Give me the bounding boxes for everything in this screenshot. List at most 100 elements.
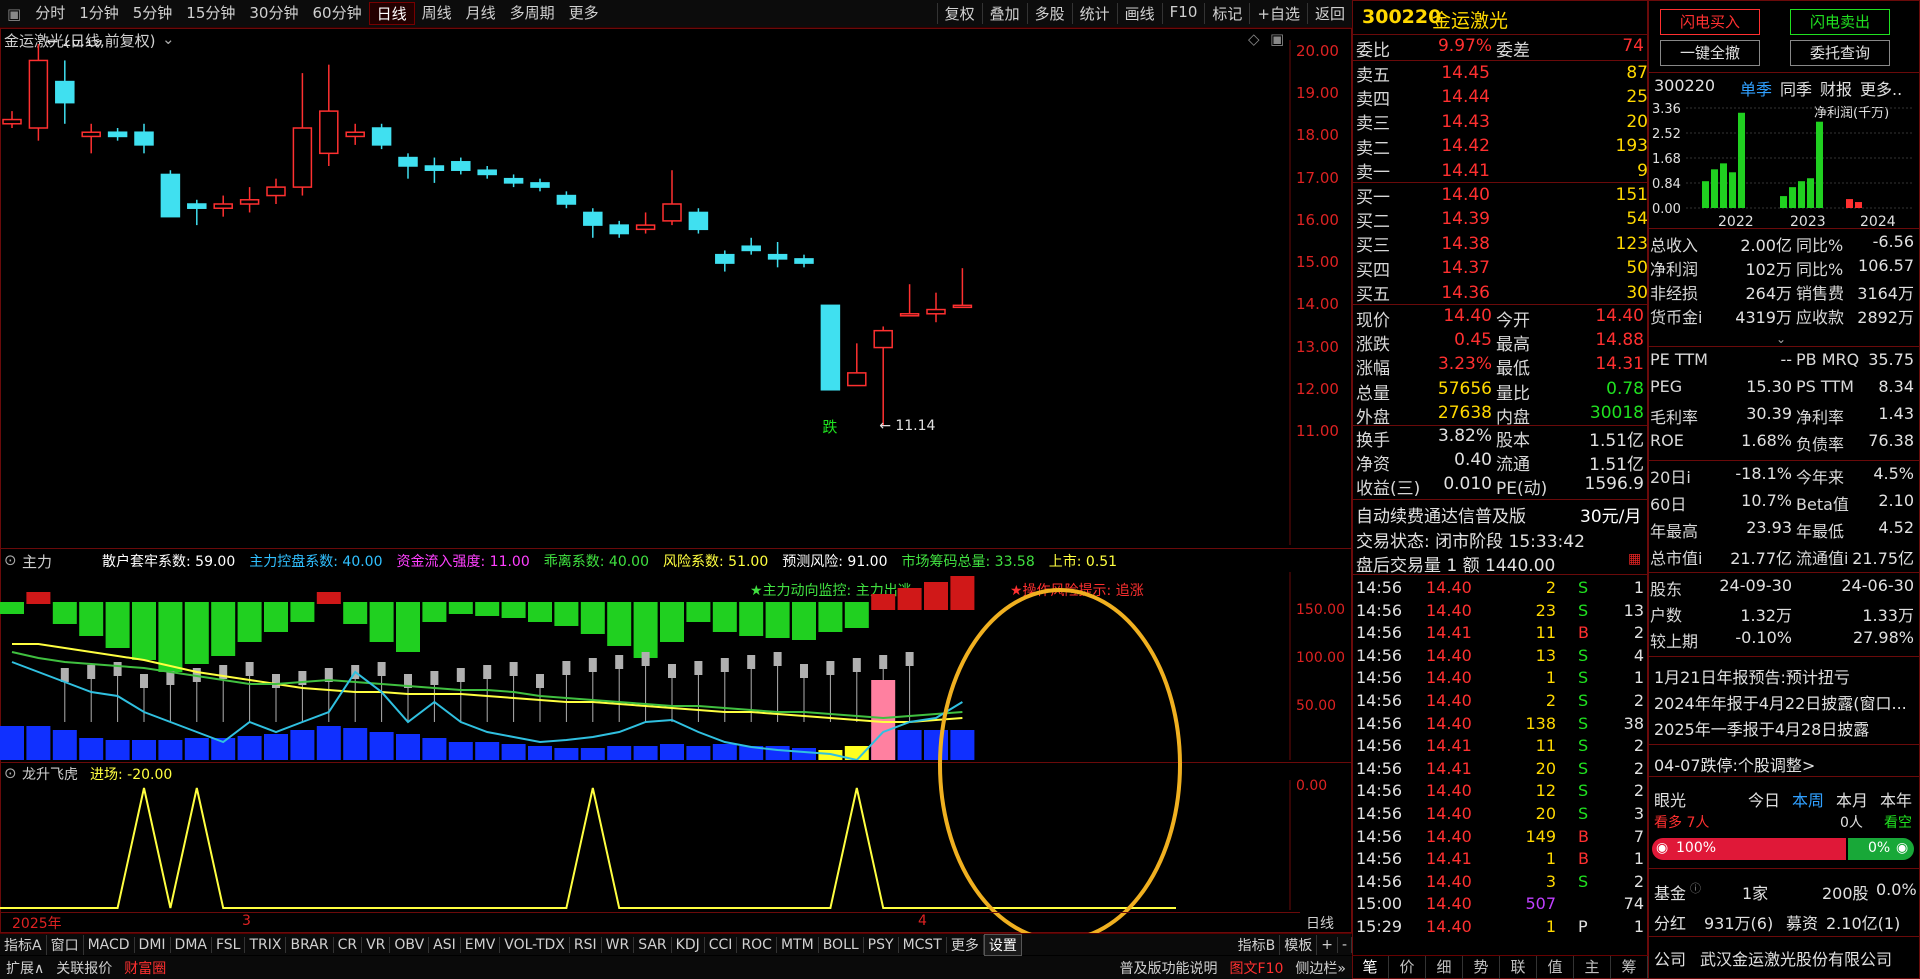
- news-item[interactable]: 1月21日年报预告:预计扭亏: [1654, 664, 1850, 688]
- status-item-1[interactable]: 关联报价: [50, 958, 118, 978]
- period-tab-3[interactable]: 15分钟: [179, 2, 242, 25]
- asks-row[interactable]: 卖三 14.43 20: [1356, 110, 1648, 135]
- rows3-value: -18.1%: [1735, 464, 1792, 483]
- asks-row[interactable]: 卖五 14.45 87: [1356, 61, 1648, 86]
- indicator-tab-1[interactable]: 窗口: [47, 934, 84, 955]
- quote-tab-1[interactable]: 价: [1389, 956, 1426, 979]
- period-tab-1[interactable]: 1分钟: [72, 2, 126, 25]
- indicator-tab-13[interactable]: VOL-TDX: [500, 936, 570, 953]
- expand-chevron-icon[interactable]: ⌄: [1776, 332, 1786, 346]
- indicator-tab-24[interactable]: 更多: [947, 934, 984, 955]
- thumbs-down-icon[interactable]: ◉: [1896, 840, 1908, 856]
- fin-tab-3[interactable]: 更多..: [1860, 76, 1902, 100]
- toolbar-button-5[interactable]: F10: [1161, 3, 1205, 24]
- period-tab-9[interactable]: 多周期: [503, 2, 562, 25]
- period-tab-8[interactable]: 月线: [459, 2, 503, 25]
- info-icon[interactable]: ⓘ: [1690, 880, 1701, 896]
- indicator-tab-25[interactable]: 设置: [983, 933, 1022, 956]
- toolbar-button-1[interactable]: 叠加: [981, 3, 1027, 24]
- indicator-tab-right-0[interactable]: 指标B: [1234, 934, 1281, 955]
- flash-sell-button[interactable]: 闪电卖出: [1790, 9, 1890, 35]
- eye-period-2[interactable]: 本月: [1836, 787, 1868, 811]
- limit-down-note[interactable]: 04-07跌停:个股调整>: [1654, 752, 1815, 776]
- period-tab-10[interactable]: 更多: [562, 2, 606, 25]
- indicator-tab-right-2[interactable]: +: [1317, 936, 1338, 953]
- quote-tab-4[interactable]: 联: [1500, 956, 1537, 979]
- eye-period-0[interactable]: 今日: [1748, 787, 1780, 811]
- indicator-tab-19[interactable]: ROC: [737, 936, 777, 953]
- status-right-0[interactable]: 普及版功能说明: [1114, 958, 1224, 978]
- asks-row[interactable]: 卖一 14.41 9: [1356, 159, 1648, 184]
- status-right-1[interactable]: 图文F10: [1224, 958, 1290, 978]
- bids-row[interactable]: 买三 14.38 123: [1356, 232, 1648, 257]
- indicator-tab-7[interactable]: BRAR: [286, 936, 334, 953]
- status-item-2[interactable]: 财富圈: [118, 958, 172, 978]
- bids-row[interactable]: 买五 14.36 30: [1356, 281, 1648, 306]
- indicator-tab-12[interactable]: EMV: [461, 936, 501, 953]
- bids-row[interactable]: 买四 14.37 50: [1356, 256, 1648, 281]
- news-item[interactable]: 2025年一季报于4月28日披露: [1654, 716, 1869, 740]
- indicator-tab-16[interactable]: SAR: [634, 936, 672, 953]
- quote-tab-0[interactable]: 笔: [1352, 956, 1389, 979]
- quote-tab-6[interactable]: 主: [1574, 956, 1611, 979]
- indicator-tab-14[interactable]: RSI: [570, 936, 602, 953]
- fin-tab-1[interactable]: 同季: [1780, 76, 1812, 100]
- indicator-tab-21[interactable]: BOLL: [819, 936, 864, 953]
- quote-tab-2[interactable]: 细: [1426, 956, 1463, 979]
- order-query-button[interactable]: 委托查询: [1790, 40, 1890, 66]
- period-tab-5[interactable]: 60分钟: [305, 2, 368, 25]
- period-tab-7[interactable]: 周线: [415, 2, 459, 25]
- toolbar-button-8[interactable]: 返回: [1306, 3, 1352, 24]
- period-tab-2[interactable]: 5分钟: [126, 2, 180, 25]
- calendar-icon[interactable]: ▦: [1628, 551, 1641, 567]
- indicator-tab-2[interactable]: MACD: [84, 936, 135, 953]
- period-tab-0[interactable]: 分时: [28, 2, 72, 25]
- indicator-tab-right-1[interactable]: 模板: [1280, 934, 1318, 955]
- toolbar-button-7[interactable]: +自选: [1249, 3, 1307, 24]
- toolbar-menu-icon[interactable]: ▣: [0, 5, 28, 23]
- indicator-tab-6[interactable]: TRIX: [245, 936, 287, 953]
- toolbar-button-6[interactable]: 标记: [1204, 3, 1249, 24]
- quote-tab-7[interactable]: 筹: [1611, 956, 1648, 979]
- toolbar-button-3[interactable]: 统计: [1071, 3, 1117, 24]
- indicator-tab-8[interactable]: CR: [334, 936, 363, 953]
- asks-row[interactable]: 卖四 14.44 25: [1356, 85, 1648, 110]
- indicator-tab-9[interactable]: VR: [362, 936, 391, 953]
- indicator1-toggle-icon[interactable]: ⊙: [4, 551, 17, 569]
- promo-text[interactable]: 自动续费通达信普及版: [1356, 502, 1526, 527]
- toolbar-button-2[interactable]: 多股: [1026, 3, 1072, 24]
- indicator-tab-5[interactable]: FSL: [212, 936, 246, 953]
- indicator-tab-17[interactable]: KDJ: [672, 936, 705, 953]
- eye-period-1[interactable]: 本周: [1792, 787, 1824, 811]
- eye-period-3[interactable]: 本年: [1880, 787, 1912, 811]
- bids-row[interactable]: 买一 14.40 151: [1356, 183, 1648, 208]
- bids-row[interactable]: 买二 14.39 54: [1356, 207, 1648, 232]
- status-right-2[interactable]: 侧边栏»: [1289, 958, 1352, 978]
- news-item[interactable]: 2024年年报于4月22日披露(窗口...: [1654, 690, 1907, 714]
- quote-tab-5[interactable]: 值: [1537, 956, 1574, 979]
- quote-tab-3[interactable]: 势: [1463, 956, 1500, 979]
- fin-tab-0[interactable]: 单季: [1740, 76, 1772, 100]
- indicator-tab-23[interactable]: MCST: [899, 936, 947, 953]
- asks-row[interactable]: 卖二 14.42 193: [1356, 134, 1648, 159]
- indicator-tab-10[interactable]: OBV: [390, 936, 430, 953]
- cancel-all-button[interactable]: 一键全撤: [1660, 40, 1760, 66]
- period-tab-6[interactable]: 日线: [368, 2, 415, 25]
- fin-tab-2[interactable]: 财报: [1820, 76, 1852, 100]
- flash-buy-button[interactable]: 闪电买入: [1660, 9, 1760, 35]
- thumbs-up-icon[interactable]: ◉: [1656, 840, 1668, 856]
- status-item-0[interactable]: 扩展∧: [0, 958, 50, 978]
- period-tab-4[interactable]: 30分钟: [242, 2, 305, 25]
- indicator-tab-18[interactable]: CCI: [705, 936, 738, 953]
- promo-price[interactable]: 30元/月: [1580, 502, 1641, 527]
- indicator-tab-right-3[interactable]: -: [1338, 936, 1352, 953]
- indicator-tab-3[interactable]: DMI: [135, 936, 171, 953]
- indicator-tab-15[interactable]: WR: [602, 936, 635, 953]
- indicator-tab-20[interactable]: MTM: [777, 936, 819, 953]
- indicator-tab-11[interactable]: ASI: [429, 936, 461, 953]
- indicator-tab-0[interactable]: 指标A: [0, 934, 47, 955]
- toolbar-button-4[interactable]: 画线: [1116, 3, 1162, 24]
- toolbar-button-0[interactable]: 复权: [936, 3, 982, 24]
- indicator-tab-4[interactable]: DMA: [171, 936, 212, 953]
- indicator-tab-22[interactable]: PSY: [864, 936, 899, 953]
